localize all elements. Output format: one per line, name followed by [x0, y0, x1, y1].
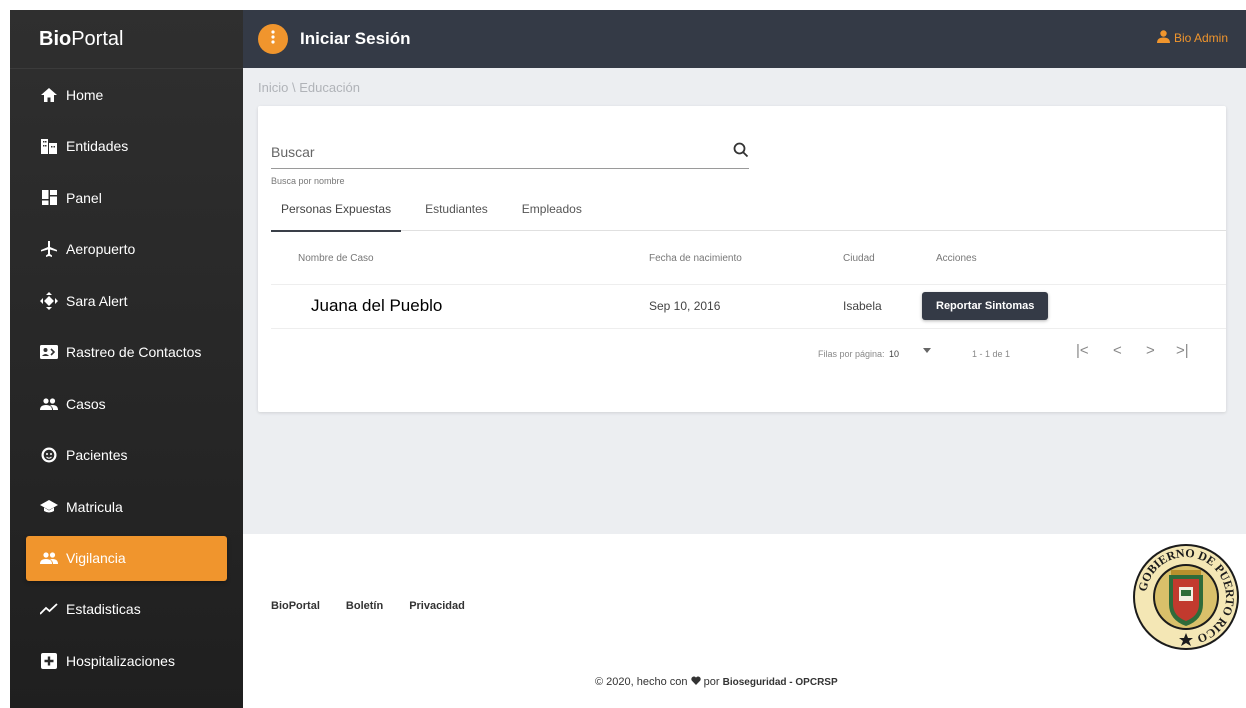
sidebar-item-label: Casos: [66, 395, 106, 412]
sidebar-item-label: Sara Alert: [66, 292, 128, 309]
sidebar-item-aeropuerto[interactable]: Aeropuerto: [10, 224, 243, 276]
sidebar-item-rastreo[interactable]: Rastreo de Contactos: [10, 327, 243, 379]
sidebar-item-label: Vigilancia: [66, 550, 126, 566]
footer-link-boletin[interactable]: Boletín: [346, 600, 383, 612]
diamond-arrows-icon: [40, 291, 58, 310]
sidebar-item-estadisticas[interactable]: Estadisticas: [10, 584, 243, 636]
sidebar-item-casos[interactable]: Casos: [10, 378, 243, 430]
face-icon: [40, 446, 58, 464]
government-seal: GOBIERNO DE PUERTO RICO: [1131, 542, 1241, 652]
copyright-mid: por: [703, 676, 720, 688]
copyright: © 2020, hecho con por Bioseguridad - OPC…: [595, 676, 838, 688]
rows-per-page-label: Filas por página:: [818, 349, 885, 359]
search-field: [271, 138, 749, 169]
report-symptoms-button[interactable]: Reportar Sintomas: [922, 292, 1049, 320]
tab-estudiantes[interactable]: Estudiantes: [415, 190, 498, 230]
sidebar-item-sara-alert[interactable]: Sara Alert: [10, 275, 243, 327]
user-icon: [1156, 30, 1170, 46]
footer-links: BioPortal Boletín Privacidad: [271, 600, 465, 612]
search-icon[interactable]: [733, 142, 749, 163]
table-header: Nombre de Caso Fecha de nacimiento Ciuda…: [271, 232, 1226, 285]
sidebar-item-matricula[interactable]: Matricula: [10, 481, 243, 533]
brand-light: Portal: [71, 27, 124, 50]
sidebar-item-label: Estadisticas: [66, 601, 141, 618]
page-title: Iniciar Sesión: [300, 29, 411, 48]
sidebar-item-label: Entidades: [66, 138, 129, 155]
rows-per-page-select[interactable]: 10: [889, 349, 899, 359]
copyright-prefix: © 2020, hecho con: [595, 676, 688, 688]
footer-link-bioportal[interactable]: BioPortal: [271, 600, 320, 612]
graduation-cap-icon: [40, 498, 58, 516]
table-row[interactable]: Juana del Pueblo Sep 10, 2016 Isabela Re…: [271, 284, 1226, 329]
sidebar-nav: Home Entidades Panel Aeropuerto Sara Ale…: [10, 69, 243, 687]
user-menu[interactable]: Bio Admin: [1156, 30, 1228, 46]
people-icon: [40, 395, 58, 413]
column-header-dob[interactable]: Fecha de nacimiento: [649, 232, 742, 284]
sidebar-item-panel[interactable]: Panel: [10, 172, 243, 224]
first-page-icon[interactable]: |<: [1076, 342, 1089, 359]
search-input[interactable]: [271, 138, 691, 160]
main-content: Inicio \ Educación Busca por nombre Pers…: [243, 68, 1246, 534]
chevron-down-icon[interactable]: [923, 346, 931, 356]
breadcrumb-separator: \: [291, 80, 296, 95]
sidebar-item-label: Hospitalizaciones: [66, 652, 175, 669]
menu-button[interactable]: [258, 24, 288, 54]
sidebar-item-label: Panel: [66, 189, 102, 206]
sidebar-item-label: Aeropuerto: [66, 241, 136, 258]
sidebar-item-label: Pacientes: [66, 447, 128, 464]
sidebar-item-home[interactable]: Home: [10, 69, 243, 121]
page-range: 1 - 1 de 1: [972, 349, 1011, 359]
contact-card-icon: [40, 343, 58, 361]
tab-personas-expuestas[interactable]: Personas Expuestas: [271, 190, 402, 232]
dashboard-icon: [40, 189, 58, 207]
pagination: Filas por página: 10 1 - 1 de 1 |< < > >…: [258, 328, 1226, 378]
footer-link-privacidad[interactable]: Privacidad: [409, 600, 465, 612]
heart-icon: [690, 676, 701, 688]
next-page-icon[interactable]: >: [1146, 342, 1155, 359]
tab-empleados[interactable]: Empleados: [512, 190, 592, 230]
last-page-icon[interactable]: >|: [1176, 342, 1189, 359]
case-name: Juana del Pueblo: [311, 296, 443, 315]
sidebar-item-entidades[interactable]: Entidades: [10, 121, 243, 173]
breadcrumb-root[interactable]: Inicio: [258, 80, 288, 95]
case-dob: Sep 10, 2016: [649, 299, 721, 313]
case-actions: Reportar Sintomas: [922, 284, 1049, 328]
tab-bar: Personas Expuestas Estudiantes Empleados: [271, 190, 1226, 232]
results-card: Busca por nombre Personas Expuestas Estu…: [258, 106, 1226, 412]
sidebar-item-label: Matricula: [66, 498, 123, 515]
brand-logo[interactable]: Bio Portal: [10, 10, 243, 69]
app-frame: Bio Portal Home Entidades Panel Aeropuert…: [0, 0, 1246, 708]
more-vert-icon: [271, 29, 275, 49]
sidebar-item-label: Home: [66, 86, 104, 103]
sidebar-item-vigilancia[interactable]: Vigilancia: [26, 535, 227, 581]
footer: BioPortal Boletín Privacidad © 2020, hec…: [243, 534, 1246, 708]
sidebar-item-pacientes[interactable]: Pacientes: [10, 430, 243, 482]
copyright-org[interactable]: Bioseguridad - OPCRSP: [723, 677, 838, 688]
trending-icon: [40, 600, 58, 618]
building-icon: [40, 137, 58, 155]
column-header-actions: Acciones: [936, 252, 977, 264]
column-header-city[interactable]: Ciudad: [843, 232, 875, 284]
search-hint: Busca por nombre: [271, 176, 345, 186]
user-name: Bio Admin: [1173, 31, 1228, 45]
sidebar: Bio Portal Home Entidades Panel Aeropuert…: [10, 10, 243, 708]
column-header-name[interactable]: Nombre de Caso: [298, 232, 374, 284]
airplane-icon: [40, 240, 58, 258]
people-icon: [40, 549, 58, 567]
home-icon: [40, 86, 58, 104]
prev-page-icon[interactable]: <: [1113, 342, 1122, 359]
breadcrumb-current: Educación: [299, 80, 360, 95]
plus-box-icon: [40, 652, 58, 670]
breadcrumb: Inicio \ Educación: [258, 80, 360, 95]
brand-bold: Bio: [39, 27, 72, 50]
top-bar: Iniciar Sesión Bio Admin: [243, 10, 1246, 68]
sidebar-item-hospitalizaciones[interactable]: Hospitalizaciones: [10, 635, 243, 687]
case-city: Isabela: [843, 299, 882, 313]
sidebar-item-label: Rastreo de Contactos: [66, 344, 202, 361]
